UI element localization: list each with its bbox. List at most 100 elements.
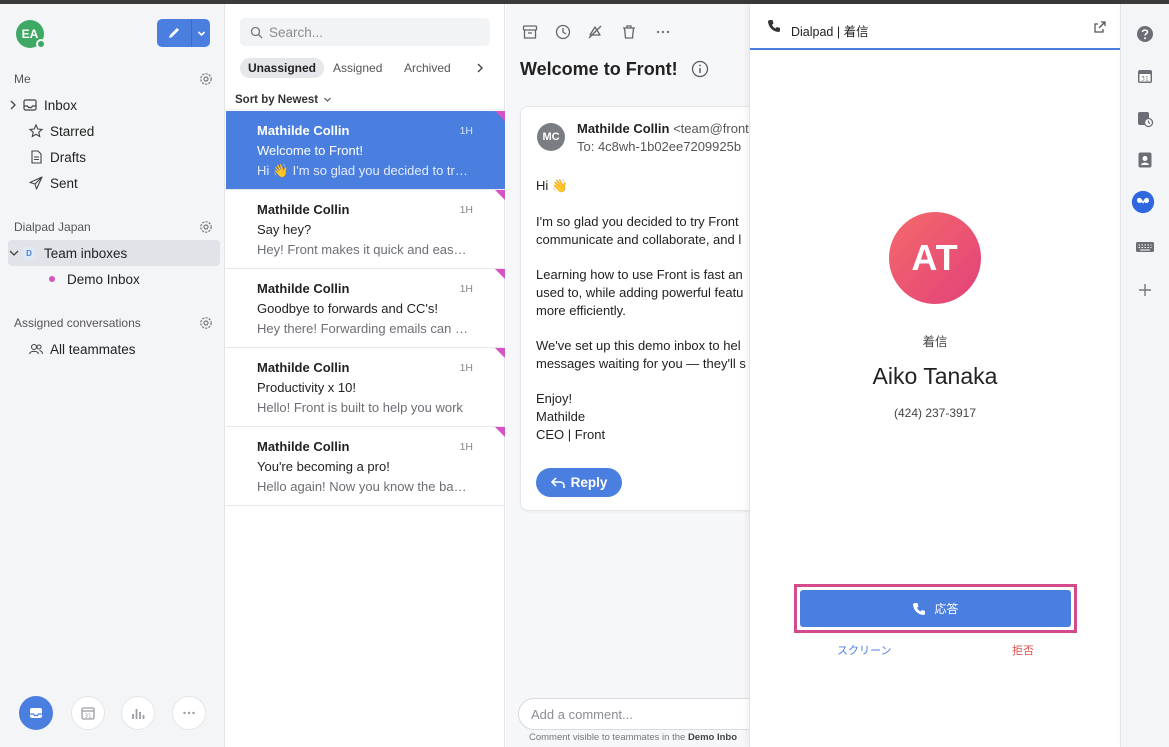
more-nav-button[interactable] <box>172 696 206 730</box>
user-avatar-initials: EA <box>21 27 39 41</box>
sidebar-item-drafts[interactable]: Drafts <box>8 144 220 170</box>
snooze-icon[interactable] <box>554 23 572 41</box>
calendar-nav-button[interactable]: 31 <box>71 696 105 730</box>
conversation-item[interactable]: Mathilde Collin 1H You're becoming a pro… <box>226 427 505 506</box>
more-icon <box>183 711 195 715</box>
workspace-section-header: Dialpad Japan <box>14 220 91 234</box>
more-icon[interactable] <box>654 23 672 41</box>
trash-icon[interactable] <box>620 23 638 41</box>
sidebar: EA Me Inbox Starred Drafts Sent Dialpad … <box>0 4 225 747</box>
comment-note-inbox: Demo Inbo <box>687 732 738 743</box>
call-status: 着信 <box>922 335 948 349</box>
keyboard-button[interactable] <box>1135 237 1155 257</box>
conversation-preview: Hey! Front makes it quick and easy to <box>257 242 472 257</box>
me-section-header: Me <box>14 72 31 86</box>
message-body-line: used to, while adding powerful featu <box>536 285 744 300</box>
tab-archived[interactable]: Archived <box>396 58 459 78</box>
compose-dropdown[interactable] <box>192 19 210 47</box>
caller-number: (424) 237-3917 <box>893 406 977 420</box>
conversation-preview: Hello! Front is built to help you work <box>257 400 463 415</box>
add-icon <box>1139 284 1151 296</box>
inbox-color-flag <box>495 348 505 358</box>
sort-label: Sort by Newest <box>235 93 319 106</box>
conversation-subject: Welcome to Front! <box>257 143 363 158</box>
sort-dropdown[interactable]: Sort by Newest <box>226 90 505 110</box>
inbox-color-dot <box>49 276 55 282</box>
conversation-time: 1H <box>459 362 473 374</box>
sidebar-item-demo-inbox[interactable]: Demo Inbox <box>8 266 220 292</box>
answer-button[interactable]: 応答 <box>800 590 1071 627</box>
conversation-item[interactable]: Mathilde Collin 1H Say hey? Hey! Front m… <box>226 190 505 269</box>
gear-icon[interactable] <box>198 71 214 87</box>
calendar-icon: 31 <box>81 707 95 720</box>
dialpad-title: Dialpad | 着信 <box>791 25 869 39</box>
chevron-down-icon <box>197 30 205 36</box>
conversation-item[interactable]: Mathilde Collin 1H Goodbye to forwards a… <box>226 269 505 348</box>
sidebar-item-starred[interactable]: Starred <box>8 118 220 144</box>
gear-icon[interactable] <box>198 315 214 331</box>
sender-name: Mathilde Collin <box>577 121 670 136</box>
sidebar-item-label: Team inboxes <box>44 245 128 261</box>
chevron-right-icon[interactable] <box>474 61 486 75</box>
phone-icon <box>768 20 780 32</box>
decline-call-link[interactable]: 拒否 <box>1012 642 1034 658</box>
inbox-nav-button[interactable] <box>19 696 53 730</box>
user-avatar[interactable]: EA <box>16 20 46 49</box>
comment-box[interactable] <box>518 698 749 730</box>
conversation-time: 1H <box>459 125 473 137</box>
message-body-line: messages waiting for you — they'll s <box>536 356 746 371</box>
sender-avatar: MC <box>537 123 565 151</box>
tab-assigned[interactable]: Assigned <box>325 58 390 78</box>
reply-button[interactable]: Reply <box>536 468 622 497</box>
conversation-subject: Productivity x 10! <box>257 380 356 395</box>
search-input[interactable] <box>269 24 479 40</box>
sidebar-item-team-inboxes[interactable]: D Team inboxes <box>8 240 220 266</box>
dialpad-app-button[interactable] <box>1131 190 1155 214</box>
message-to: To: 4c8wh-1b02ee7209925b <box>577 139 742 154</box>
compose-main[interactable] <box>157 19 192 47</box>
inbox-color-flag <box>495 427 505 437</box>
tab-unassigned[interactable]: Unassigned <box>240 58 325 78</box>
archive-icon[interactable] <box>521 23 539 41</box>
info-icon[interactable] <box>691 60 709 78</box>
contact-icon <box>1138 152 1152 168</box>
conversation-time: 1H <box>459 204 473 216</box>
sidebar-item-inbox[interactable]: Inbox <box>8 92 220 118</box>
comment-input[interactable] <box>531 706 731 722</box>
answer-label: 応答 <box>934 602 959 616</box>
conversation-subject: Goodbye to forwards and CC's! <box>257 301 438 316</box>
inbox-icon <box>30 708 42 718</box>
sidebar-item-label: Starred <box>50 123 95 139</box>
screen-call-link[interactable]: スクリーン <box>837 642 891 658</box>
chevron-right-icon[interactable] <box>8 97 20 113</box>
help-button[interactable] <box>1135 24 1155 44</box>
conversation-preview: Hi 👋 I'm so glad you decided to try Fron… <box>257 163 472 178</box>
search-bar[interactable] <box>240 18 490 46</box>
sidebar-item-label: Inbox <box>44 97 78 113</box>
compose-button[interactable] <box>157 19 210 47</box>
message-body-line: Enjoy! <box>536 391 573 406</box>
contacts-button[interactable] <box>1135 150 1155 170</box>
popout-icon[interactable] <box>1093 20 1107 34</box>
add-app-button[interactable] <box>1135 280 1155 300</box>
sidebar-item-sent[interactable]: Sent <box>8 170 220 196</box>
conversation-subject: Say hey? <box>257 222 312 237</box>
comment-visibility-note: Comment visible to teammates in the Demo… <box>529 732 737 743</box>
assigned-section-header: Assigned conversations <box>14 316 141 330</box>
inbox-color-flag <box>495 190 505 200</box>
calendar-day: 31 <box>1141 75 1149 82</box>
calendar-icon: 31 <box>1138 70 1152 83</box>
search-icon <box>250 26 263 38</box>
message-body-line: Mathilde <box>536 409 586 424</box>
calendar-clock-button[interactable] <box>1135 109 1155 129</box>
inbox-icon <box>23 99 37 111</box>
gear-icon[interactable] <box>198 219 214 235</box>
conversation-item[interactable]: Mathilde Collin 1H Welcome to Front! Hi … <box>226 111 505 190</box>
conversation-item[interactable]: Mathilde Collin 1H Productivity x 10! He… <box>226 348 505 427</box>
conversation-preview: Hello again! Now you know the basics <box>257 479 472 494</box>
unassign-icon[interactable] <box>586 23 604 41</box>
chevron-down-icon[interactable] <box>8 245 20 261</box>
sidebar-item-all-teammates[interactable]: All teammates <box>8 336 220 362</box>
calendar-app-button[interactable]: 31 <box>1135 66 1155 86</box>
analytics-nav-button[interactable] <box>121 696 155 730</box>
